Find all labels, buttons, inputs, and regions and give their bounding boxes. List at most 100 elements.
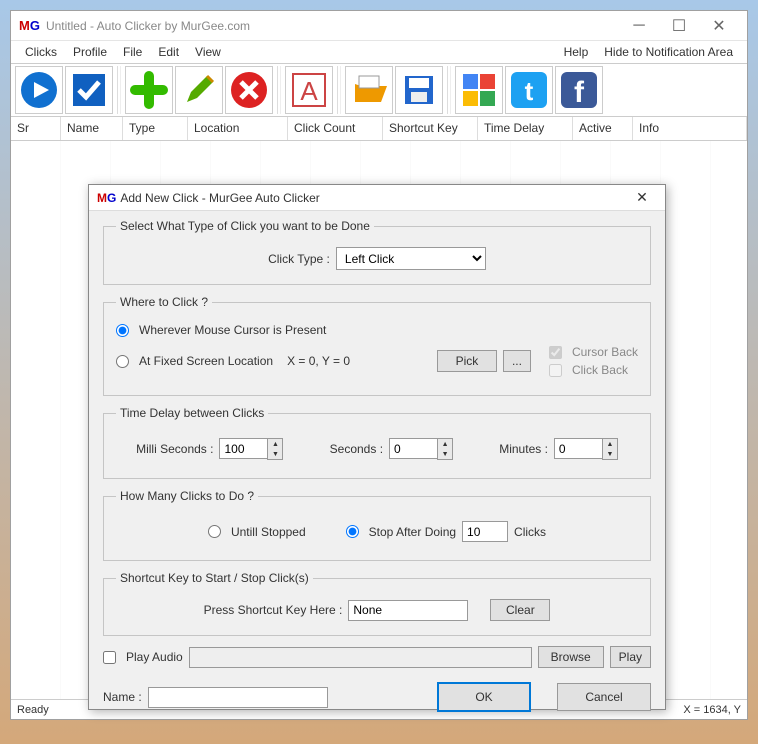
save-button[interactable] <box>395 66 443 114</box>
titlebar: MG Untitled - Auto Clicker by MurGee.com… <box>11 11 747 41</box>
stop-after-label: Stop After Doing <box>369 525 456 539</box>
col-clickcount[interactable]: Click Count <box>288 117 383 140</box>
close-button[interactable]: ✕ <box>699 14 739 38</box>
stop-after-radio[interactable] <box>346 525 359 538</box>
facebook-button[interactable]: f <box>555 66 603 114</box>
menu-edit[interactable]: Edit <box>150 43 187 61</box>
window-title: Untitled - Auto Clicker by MurGee.com <box>46 19 619 33</box>
min-label: Minutes : <box>499 442 548 456</box>
dialog-close-button[interactable]: ✕ <box>627 187 657 209</box>
ms-label: Milli Seconds : <box>136 442 213 456</box>
pick-button[interactable]: Pick <box>437 350 497 372</box>
shortcut-legend: Shortcut Key to Start / Stop Click(s) <box>116 571 313 585</box>
where-cursor-radio[interactable] <box>116 324 129 337</box>
browse-button[interactable]: Browse <box>538 646 604 668</box>
menu-hide[interactable]: Hide to Notification Area <box>596 43 741 61</box>
sec-input[interactable] <box>389 438 437 459</box>
where-cursor-label: Wherever Mouse Cursor is Present <box>139 323 326 337</box>
click-back-label: Click Back <box>572 363 628 377</box>
untill-label: Untill Stopped <box>231 525 306 539</box>
click-type-group: Select What Type of Click you want to be… <box>103 219 651 285</box>
shortcut-group: Shortcut Key to Start / Stop Click(s) Pr… <box>103 571 651 636</box>
min-spinner[interactable]: ▲▼ <box>554 438 618 460</box>
cursor-back-checkbox <box>549 346 562 359</box>
menubar: Clicks Profile File Edit View Help Hide … <box>11 41 747 63</box>
col-info[interactable]: Info <box>633 117 747 140</box>
clear-button[interactable]: Clear <box>490 599 550 621</box>
play-button[interactable]: Play <box>610 646 651 668</box>
howmany-group: How Many Clicks to Do ? Untill Stopped S… <box>103 489 651 561</box>
press-label: Press Shortcut Key Here : <box>204 603 343 617</box>
dialog-logo-icon: MG <box>97 191 116 205</box>
dots-button[interactable]: ... <box>503 350 531 372</box>
delay-legend: Time Delay between Clicks <box>116 406 268 420</box>
col-sr[interactable]: Sr <box>11 117 61 140</box>
col-active[interactable]: Active <box>573 117 633 140</box>
where-fixed-label: At Fixed Screen Location <box>139 354 273 368</box>
ms-spinner[interactable]: ▲▼ <box>219 438 283 460</box>
ok-button[interactable]: OK <box>437 682 531 712</box>
up-icon[interactable]: ▲ <box>268 439 282 449</box>
google-button[interactable] <box>455 66 503 114</box>
howmany-legend: How Many Clicks to Do ? <box>116 489 258 503</box>
open-button[interactable] <box>345 66 393 114</box>
svg-text:f: f <box>574 76 585 109</box>
minimize-button[interactable]: ─ <box>619 14 659 38</box>
dialog-title: Add New Click - MurGee Auto Clicker <box>120 191 627 205</box>
col-location[interactable]: Location <box>188 117 288 140</box>
col-name[interactable]: Name <box>61 117 123 140</box>
down-icon[interactable]: ▼ <box>438 449 452 459</box>
play-audio-label: Play Audio <box>126 650 183 664</box>
untill-radio[interactable] <box>208 525 221 538</box>
where-coords: X = 0, Y = 0 <box>287 354 350 368</box>
clicks-suffix: Clicks <box>514 525 546 539</box>
stop-count-input[interactable] <box>462 521 508 542</box>
name-input[interactable] <box>148 687 328 708</box>
add-button[interactable] <box>125 66 173 114</box>
edit-button[interactable] <box>175 66 223 114</box>
col-shortcut[interactable]: Shortcut Key <box>383 117 478 140</box>
check-button[interactable] <box>65 66 113 114</box>
click-back-checkbox <box>549 364 562 377</box>
menu-view[interactable]: View <box>187 43 229 61</box>
delay-group: Time Delay between Clicks Milli Seconds … <box>103 406 651 479</box>
click-type-legend: Select What Type of Click you want to be… <box>116 219 374 233</box>
menu-clicks[interactable]: Clicks <box>17 43 65 61</box>
menu-help[interactable]: Help <box>556 43 597 61</box>
where-fixed-radio[interactable] <box>116 355 129 368</box>
click-type-label: Click Type : <box>268 252 330 266</box>
sec-spinner[interactable]: ▲▼ <box>389 438 453 460</box>
svg-text:A: A <box>300 76 318 106</box>
twitter-button[interactable]: t <box>505 66 553 114</box>
shortcut-input[interactable] <box>348 600 468 621</box>
audio-path-input <box>189 647 532 668</box>
dialog-titlebar: MG Add New Click - MurGee Auto Clicker ✕ <box>89 185 665 211</box>
font-button[interactable]: A <box>285 66 333 114</box>
svg-text:t: t <box>525 76 534 106</box>
menu-profile[interactable]: Profile <box>65 43 115 61</box>
sec-label: Seconds : <box>330 442 383 456</box>
cancel-button[interactable]: Cancel <box>557 683 651 711</box>
cursor-back-label: Cursor Back <box>572 345 638 359</box>
up-icon[interactable]: ▲ <box>438 439 452 449</box>
down-icon[interactable]: ▼ <box>268 449 282 459</box>
ms-input[interactable] <box>219 438 267 459</box>
menu-file[interactable]: File <box>115 43 150 61</box>
app-logo-icon: MG <box>19 18 40 33</box>
status-ready: Ready <box>17 704 49 716</box>
play-audio-checkbox[interactable] <box>103 651 116 664</box>
col-timedelay[interactable]: Time Delay <box>478 117 573 140</box>
down-icon[interactable]: ▼ <box>603 449 617 459</box>
where-legend: Where to Click ? <box>116 295 212 309</box>
name-label: Name : <box>103 690 142 704</box>
play-button[interactable] <box>15 66 63 114</box>
up-icon[interactable]: ▲ <box>603 439 617 449</box>
status-coords: X = 1634, Y <box>683 704 741 716</box>
toolbar: A t f <box>11 63 747 117</box>
maximize-button[interactable]: ☐ <box>659 14 699 38</box>
min-input[interactable] <box>554 438 602 459</box>
click-type-select[interactable]: Left Click <box>336 247 486 270</box>
col-type[interactable]: Type <box>123 117 188 140</box>
delete-button[interactable] <box>225 66 273 114</box>
where-group: Where to Click ? Wherever Mouse Cursor i… <box>103 295 651 396</box>
